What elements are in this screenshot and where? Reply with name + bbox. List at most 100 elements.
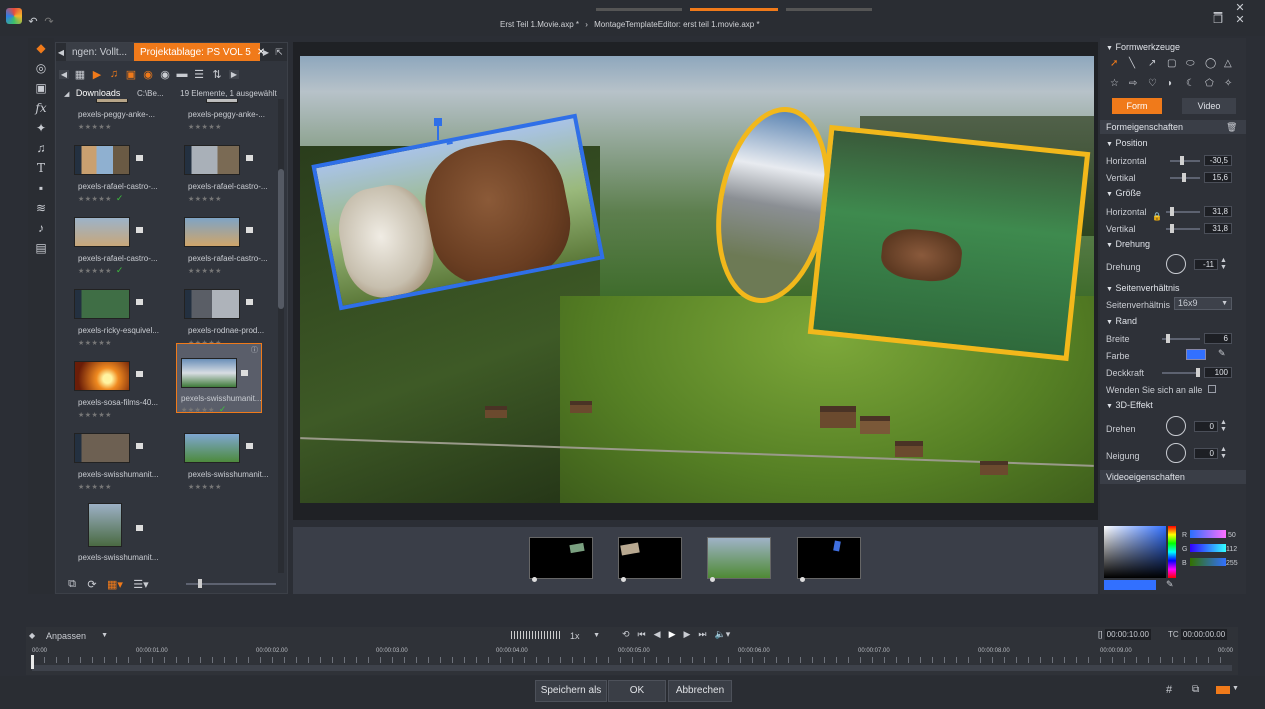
rotation-handle[interactable] [445, 137, 453, 145]
g-value[interactable]: 112 [1226, 546, 1237, 553]
r-slider[interactable] [1190, 530, 1226, 538]
g-slider[interactable] [1190, 544, 1226, 552]
scene-thumbnail-active[interactable] [707, 537, 771, 579]
list-item[interactable]: pexels-ricky-esquivel... ★★★★★ [60, 289, 166, 361]
close-icon[interactable]: ✕ [1234, 2, 1246, 14]
position-v-input[interactable]: 15,6 [1204, 172, 1232, 183]
position-v-slider[interactable] [1170, 173, 1200, 182]
eyedropper-icon[interactable]: ✎ [1218, 348, 1226, 359]
text-icon[interactable]: T [28, 158, 54, 178]
media-thumbnail[interactable] [96, 99, 128, 103]
list-item[interactable]: pexels-swisshumanit... [60, 503, 166, 573]
eye-icon[interactable]: ◉ [159, 68, 171, 81]
rotate-dial[interactable] [1166, 416, 1186, 436]
film-icon[interactable]: ▤ [28, 238, 54, 258]
pentagon-icon[interactable]: ⬠ [1205, 78, 1224, 94]
video-properties-heading[interactable]: Videoeigenschaften [1100, 470, 1246, 484]
dialog-close-icon[interactable]: ✕ [1234, 14, 1246, 26]
undo-icon[interactable]: ↶ [26, 14, 40, 28]
video-tab-button[interactable]: Video [1182, 98, 1236, 114]
list-item[interactable]: pexels-peggy-anke-... ★★★★★ [170, 99, 276, 145]
color-options-icon[interactable] [1216, 686, 1230, 694]
eyedropper-icon[interactable]: ✎ [1166, 579, 1174, 590]
scene-dot[interactable] [532, 577, 537, 582]
photo-filter-icon[interactable]: ▣ [125, 68, 137, 81]
media-thumbnail[interactable] [74, 145, 130, 175]
3d-effect-heading[interactable]: ▼ 3D-Effekt [1106, 400, 1153, 410]
refresh-icon[interactable]: ⟳ [86, 578, 98, 591]
border-heading[interactable]: ▼ Rand [1106, 316, 1137, 326]
lock-icon[interactable]: 🔒 [1152, 212, 1162, 221]
folder-name[interactable]: Downloads [76, 88, 121, 98]
width-slider[interactable] [1162, 334, 1200, 343]
scene-dot[interactable] [710, 577, 715, 582]
library-scrollbar[interactable] [278, 99, 284, 573]
tilt-stepper-icon[interactable]: ▲ ▼ [1220, 446, 1227, 460]
tab-left-arrow-icon[interactable]: ◀ [56, 43, 66, 61]
rating[interactable]: ★★★★★ [188, 265, 226, 275]
sort-icon[interactable]: ⇅ [210, 68, 224, 81]
step-forward-icon[interactable]: ▶ [684, 629, 691, 640]
size-v-slider[interactable] [1166, 224, 1200, 233]
rating[interactable]: ★★★★★ [78, 121, 116, 131]
grid-view-icon[interactable]: ▦▾ [106, 578, 124, 591]
list-item[interactable]: pexels-swisshumanit... ★★★★★ [170, 433, 276, 505]
size-heading[interactable]: ▼ Größe [1106, 188, 1141, 198]
triangle-icon[interactable]: △ [1224, 58, 1243, 74]
playhead[interactable] [31, 655, 34, 669]
rating[interactable]: ★★★★★ [78, 481, 116, 491]
b-slider[interactable] [1190, 558, 1226, 566]
width-input[interactable]: 6 [1204, 333, 1232, 344]
rating[interactable]: ★★★★★ ✓ [78, 193, 124, 204]
media-thumbnail[interactable] [74, 433, 130, 463]
folder-icon[interactable]: ▬ [176, 68, 188, 80]
rotation-handle-knob[interactable] [434, 118, 442, 126]
shape-tools-heading[interactable]: ▼ Formwerkzeuge [1106, 42, 1180, 52]
minimize-icon[interactable]: ▁ [1212, 2, 1224, 14]
scene-thumbnail[interactable] [529, 537, 593, 579]
media-thumbnail[interactable] [184, 217, 240, 247]
effects-icon[interactable]: fx [28, 98, 54, 118]
list-view-icon[interactable]: ☰ [193, 68, 205, 81]
rating[interactable]: ★★★★★ [188, 193, 226, 203]
list-item[interactable]: pexels-rafael-castro-... ★★★★★ [170, 145, 276, 217]
rating[interactable]: ★★★★★ ✓ [181, 404, 227, 415]
scene-dot[interactable] [800, 577, 805, 582]
star-icon[interactable]: ☆ [1110, 78, 1129, 94]
list-item-selected[interactable]: ⓘ pexels-swisshumanit... ★★★★★ ✓ [176, 343, 262, 415]
media-thumbnail[interactable] [88, 503, 122, 547]
rating[interactable]: ★★★★★ [188, 481, 226, 491]
line-icon[interactable]: ╲ [1129, 58, 1148, 74]
timeline-track[interactable] [32, 665, 1232, 671]
list-item[interactable]: pexels-peggy-anke-... ★★★★★ [60, 99, 166, 145]
timeline-ruler[interactable] [32, 657, 1232, 663]
project-filter-icon[interactable]: ◉ [142, 68, 154, 81]
list-options-icon[interactable]: ☰▾ [132, 578, 150, 591]
list-item[interactable]: pexels-swisshumanit... ★★★★★ [60, 433, 166, 505]
rotation-stepper-icon[interactable]: ▲ ▼ [1220, 257, 1227, 271]
rating[interactable]: ★★★★★ [188, 121, 226, 131]
list-item[interactable]: pexels-rafael-castro-... ★★★★★ [170, 217, 276, 289]
media-thumbnail[interactable] [74, 289, 130, 319]
media-thumbnail[interactable] [181, 358, 237, 388]
sound-icon[interactable]: ♪ [28, 218, 54, 238]
volume-icon[interactable]: 🔈▾ [715, 629, 731, 640]
audio-waveform-icon[interactable] [511, 631, 561, 639]
size-v-input[interactable]: 31,8 [1204, 223, 1232, 234]
rotate-input[interactable]: 0 [1194, 421, 1218, 432]
chevron-down-icon[interactable]: ▼ [1232, 685, 1239, 692]
arrow-line-icon[interactable]: ↗ [1148, 58, 1167, 74]
media-thumbnail[interactable] [184, 289, 240, 319]
apply-all-checkbox[interactable] [1208, 385, 1216, 393]
layers-icon[interactable]: ≋ [28, 198, 54, 218]
heart-icon[interactable]: ♡ [1148, 78, 1167, 94]
grid-icon[interactable]: # [1166, 684, 1172, 696]
cow-grazing-shape[interactable] [807, 124, 1091, 362]
moon-icon[interactable]: ☾ [1186, 78, 1205, 94]
rounded-rect-icon[interactable]: ⬭ [1186, 58, 1205, 74]
scene-thumbnail[interactable] [618, 537, 682, 579]
scene-thumbnail[interactable] [797, 537, 861, 579]
sparkle-icon[interactable]: ✧ [1224, 78, 1243, 94]
media-thumbnail[interactable] [184, 145, 240, 175]
marker-icon[interactable]: ◆ [29, 631, 35, 640]
